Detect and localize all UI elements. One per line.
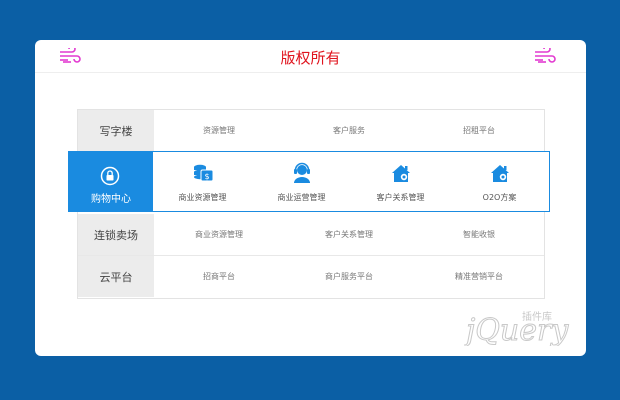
page-title: 版权所有	[280, 49, 341, 67]
row-item[interactable]: 商业资源管理	[154, 229, 284, 240]
jquery-watermark-logo: jQuery 插件库	[464, 310, 570, 346]
feature-label: 商业资源管理	[178, 193, 227, 202]
row-items: 招商平台 商户服务平台 精准营销平台	[154, 256, 544, 297]
wind-icon-right	[535, 48, 556, 63]
feature-label: 客户关系管理	[376, 193, 425, 202]
row-office[interactable]: 写字楼 资源管理 客户服务 招租平台	[78, 110, 544, 152]
row-item[interactable]: 招商平台	[154, 271, 284, 282]
house-settings-icon	[391, 165, 410, 182]
row-label[interactable]: 云平台	[78, 256, 154, 297]
row-label[interactable]: 写字楼	[78, 110, 154, 151]
feature-label: 商业运营管理	[277, 193, 326, 202]
row-items: 资源管理 客户服务 招租平台	[154, 110, 544, 151]
feature-commercial-resources[interactable]: $ 商业资源管理	[153, 152, 252, 211]
row-cloud-platform[interactable]: 云平台 招商平台 商户服务平台 精准营销平台	[78, 256, 544, 297]
active-row-items: $ 商业资源管理 商业运营管理 客户关系管理 O2O方案	[153, 152, 549, 211]
feature-customer-relations[interactable]: 客户关系管理	[351, 152, 450, 211]
row-item[interactable]: 招租平台	[414, 125, 544, 136]
feature-o2o-solution[interactable]: O2O方案	[450, 152, 549, 211]
active-row-label[interactable]: 购物中心	[69, 152, 153, 211]
feature-label: O2O方案	[482, 193, 517, 202]
row-item[interactable]: 客户关系管理	[284, 229, 414, 240]
card-header: 版权所有	[35, 40, 586, 73]
watermark-text: jQuery	[464, 313, 569, 346]
row-item[interactable]: 客户服务	[284, 125, 414, 136]
row-label[interactable]: 连锁卖场	[78, 214, 154, 255]
svg-text:$: $	[204, 172, 209, 181]
row-item[interactable]: 智能收银	[414, 229, 544, 240]
feature-commercial-operations[interactable]: 商业运营管理	[252, 152, 351, 211]
row-item[interactable]: 精准营销平台	[414, 271, 544, 282]
row-items: 商业资源管理 客户关系管理 智能收银	[154, 214, 544, 255]
content-card: 版权所有 写字楼 资源管理 客户服务 招租平台 连锁卖场 商业资源管理 客户关系…	[35, 40, 586, 356]
active-row-label-text: 购物中心	[91, 194, 131, 205]
row-shopping-center-active[interactable]: 购物中心 $ 商业资源管理 商业运营管理 客户关系管理 O2O方案	[68, 151, 550, 212]
row-chain-store[interactable]: 连锁卖场 商业资源管理 客户关系管理 智能收银	[78, 214, 544, 256]
watermark-sub: 插件库	[522, 310, 552, 323]
row-item[interactable]: 商户服务平台	[284, 271, 414, 282]
money-stack-icon: $	[193, 164, 213, 182]
headset-user-icon	[293, 162, 310, 183]
house-settings-icon	[490, 165, 509, 182]
lock-circle-icon	[100, 166, 120, 186]
row-item[interactable]: 资源管理	[154, 125, 284, 136]
